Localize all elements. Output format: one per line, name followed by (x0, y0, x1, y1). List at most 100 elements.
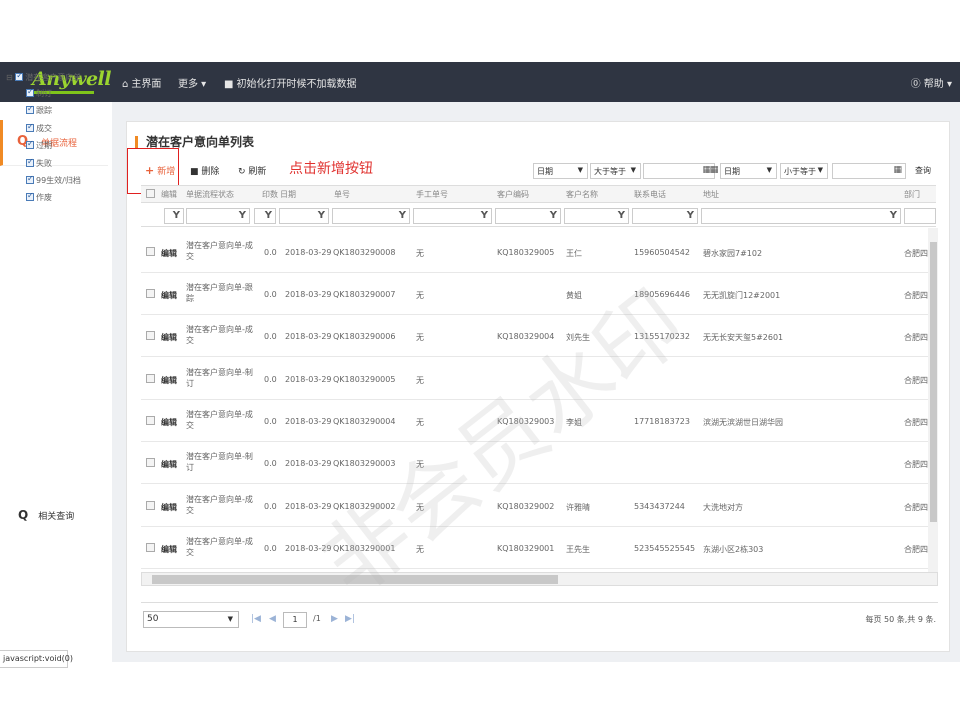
row-checkbox[interactable] (146, 501, 155, 510)
first-page-icon[interactable]: |◀ (251, 614, 261, 624)
row-edit-link[interactable]: 编辑 (161, 375, 177, 386)
col-department[interactable]: 部门 (904, 189, 920, 200)
column-filter-name[interactable]: Y (564, 208, 629, 224)
vertical-scrollbar[interactable] (928, 228, 938, 574)
filter-op-1[interactable]: 大于等于 ▼ (590, 163, 641, 179)
col-number[interactable]: 单号 (334, 189, 350, 200)
col-date[interactable]: 日期 (280, 189, 296, 200)
column-filter-phone[interactable]: Y (632, 208, 698, 224)
column-filter-print[interactable]: Y (254, 208, 276, 224)
col-customer-code[interactable]: 客户编码 (497, 189, 529, 200)
table-row[interactable]: 编辑 潜在客户意向单-成交 0.0 2018-03-29 QK180329000… (141, 315, 936, 357)
tree-item-deal[interactable]: 成交 (26, 121, 52, 135)
table-row[interactable]: 编辑 潜在客户意向单-制订 0.0 2018-03-29 QK180329000… (141, 442, 936, 484)
tree-collapse-icon[interactable]: ⊟ (6, 73, 15, 82)
column-filter-manual[interactable]: Y (413, 208, 492, 224)
table-row[interactable]: 编辑 潜在客户意向单-制订 0.0 2018-03-29 QK180329000… (141, 358, 936, 400)
table-row[interactable]: 编辑 潜在客户意向单-成交 0.0 2018-03-29 QK180329000… (141, 527, 936, 569)
row-checkbox[interactable] (146, 416, 155, 425)
delete-button[interactable]: ■ 删除 (190, 164, 219, 177)
next-page-icon[interactable]: ▶ (331, 614, 338, 624)
filter-icon[interactable]: Y (550, 210, 557, 221)
filter-icon[interactable]: Y (481, 210, 488, 221)
horizontal-scrollbar[interactable] (141, 572, 938, 586)
page-number-input[interactable]: 1 (283, 612, 307, 628)
row-checkbox[interactable] (146, 289, 155, 298)
table-row[interactable]: 编辑 潜在客户意向单-成交 0.0 2018-03-29 QK180329000… (141, 231, 936, 273)
column-filter-date[interactable]: Y (279, 208, 329, 224)
nav-home[interactable]: ⌂ 主界面 (122, 75, 161, 90)
row-edit-link[interactable]: 编辑 (161, 544, 177, 555)
row-checkbox[interactable] (146, 458, 155, 467)
horizontal-scroll-thumb[interactable] (152, 575, 558, 584)
filter-icon[interactable]: Y (173, 210, 180, 221)
tree-item-failed[interactable]: 失败 (26, 156, 52, 170)
query-button[interactable]: 查询 (910, 163, 936, 179)
column-filter-edit[interactable]: Y (164, 208, 184, 224)
calendar-icon[interactable]: ▦ (893, 165, 902, 175)
row-checkbox[interactable] (146, 247, 155, 256)
table-row[interactable]: 编辑 潜在客户意向单-成交 0.0 2018-03-29 QK180329000… (141, 485, 936, 527)
row-checkbox[interactable] (146, 543, 155, 552)
row-edit-link[interactable]: 编辑 (161, 248, 177, 259)
tree-checkbox[interactable] (15, 70, 24, 82)
row-edit-link[interactable]: 编辑 (161, 502, 177, 513)
table-row[interactable]: 编辑 潜在客户意向单-跟踪 0.0 2018-03-29 QK180329000… (141, 273, 936, 315)
refresh-button[interactable]: ↻ 刷新 (238, 164, 266, 177)
row-checkbox[interactable] (146, 374, 155, 383)
filter-icon[interactable]: Y (890, 210, 897, 221)
tree-checkbox[interactable] (26, 190, 34, 202)
filter-op-2[interactable]: 小于等于 ▼ (780, 163, 828, 179)
col-address[interactable]: 地址 (703, 189, 719, 200)
related-query[interactable]: Q 相关查询 (18, 508, 74, 522)
filter-icon[interactable]: Y (399, 210, 406, 221)
select-all-checkbox[interactable] (146, 189, 155, 198)
filter-icon[interactable]: Y (239, 210, 246, 221)
tree-checkbox[interactable] (26, 121, 34, 133)
col-customer-name[interactable]: 客户名称 (566, 189, 598, 200)
column-filter-dept[interactable] (904, 208, 936, 224)
tree-item-draft[interactable]: 制订 (26, 86, 52, 100)
row-edit-link[interactable]: 编辑 (161, 332, 177, 343)
filter-field-1[interactable]: 日期 ▼ (533, 163, 588, 179)
last-page-icon[interactable]: ▶| (345, 614, 355, 624)
tree-checkbox[interactable] (26, 138, 34, 150)
tree-checkbox[interactable] (26, 86, 34, 98)
filter-icon[interactable]: Y (687, 210, 694, 221)
column-filter-address[interactable]: Y (701, 208, 901, 224)
row-checkbox[interactable] (146, 331, 155, 340)
tree-checkbox[interactable] (26, 173, 34, 185)
prev-page-icon[interactable]: ◀ (269, 614, 276, 624)
filter-date-end[interactable]: ▦ (832, 163, 906, 179)
filter-icon[interactable]: Y (618, 210, 625, 221)
tree-item-track[interactable]: 跟踪 (26, 103, 52, 117)
page-size-select[interactable]: 50 ▼ (143, 611, 239, 628)
tree-item-archived[interactable]: 99生效/归档 (26, 173, 81, 187)
col-print[interactable]: 印数 (262, 189, 278, 200)
col-edit[interactable]: 编辑 (161, 189, 177, 200)
tree-item-expired[interactable]: 过期 (26, 138, 52, 152)
init-load-toggle[interactable]: ■ 初始化打开时候不加载数据 (224, 75, 356, 90)
col-phone[interactable]: 联系电话 (634, 189, 666, 200)
filter-icon[interactable]: Y (318, 210, 325, 221)
row-edit-link[interactable]: 编辑 (161, 417, 177, 428)
col-status[interactable]: 单据流程状态 (186, 189, 234, 200)
table-row[interactable]: 编辑 潜在客户意向单-成交 0.0 2018-03-29 QK180329000… (141, 400, 936, 442)
tree-checkbox[interactable] (26, 156, 34, 168)
vertical-scroll-thumb[interactable] (930, 242, 937, 522)
column-filter-number[interactable]: Y (332, 208, 410, 224)
sidebar-section-workflow[interactable]: Q 单据流程 (0, 120, 108, 166)
column-filter-status[interactable]: Y (186, 208, 250, 224)
help-menu[interactable]: ⓪ 帮助 ▾ (911, 75, 952, 90)
filter-date-start[interactable]: ▦ (643, 163, 715, 179)
col-manual-number[interactable]: 手工单号 (416, 189, 448, 200)
filter-field-2[interactable]: ▦ 日期 ▼ (710, 163, 777, 179)
row-edit-link[interactable]: 编辑 (161, 459, 177, 470)
row-edit-link[interactable]: 编辑 (161, 290, 177, 301)
column-filter-code[interactable]: Y (495, 208, 561, 224)
tree-item-void[interactable]: 作废 (26, 190, 52, 204)
tree-root[interactable]: ⊟ 潜在客户意向单 (6, 70, 81, 84)
nav-more[interactable]: 更多 ▾ (178, 75, 206, 90)
filter-icon[interactable]: Y (265, 210, 272, 221)
tree-checkbox[interactable] (26, 103, 34, 115)
